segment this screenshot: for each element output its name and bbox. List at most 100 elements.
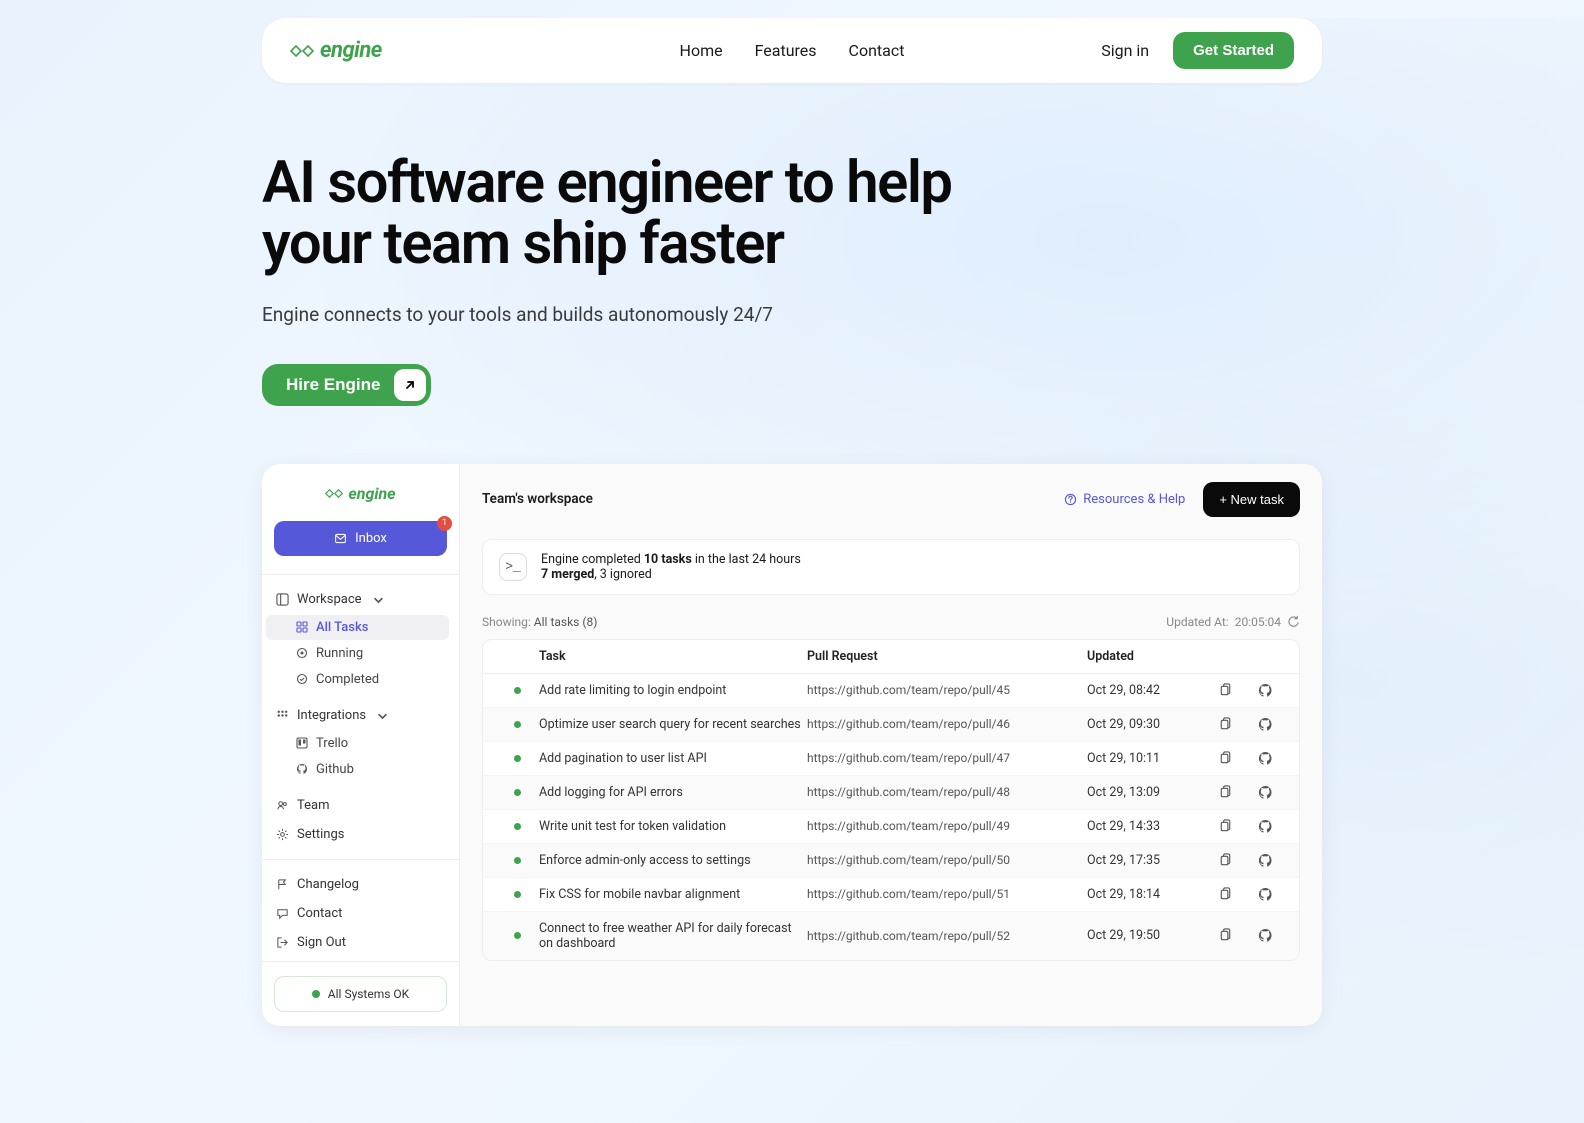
sidebar-item-label: Contact	[297, 906, 342, 921]
col-task: Task	[539, 649, 807, 664]
sidebar-item-label: Trello	[316, 736, 348, 751]
updated-time: Oct 29, 17:35	[1087, 853, 1207, 868]
pr-link[interactable]: https://github.com/team/repo/pull/49	[807, 819, 1087, 833]
sidebar-item-github[interactable]: Github	[266, 757, 449, 782]
signin-link[interactable]: Sign in	[1101, 41, 1149, 60]
sidebar-item-contact[interactable]: Contact	[262, 899, 459, 928]
table-row[interactable]: Add logging for API errorshttps://github…	[483, 776, 1299, 810]
table-header: Task Pull Request Updated	[483, 640, 1299, 674]
refresh-icon[interactable]	[1287, 615, 1300, 628]
sidebar-item-trello[interactable]: Trello	[266, 731, 449, 756]
table-row[interactable]: Enforce admin-only access to settingshtt…	[483, 844, 1299, 878]
grid-icon	[296, 621, 308, 633]
github-icon	[296, 763, 308, 775]
terminal-icon: >_	[499, 553, 527, 581]
sidebar-item-team[interactable]: Team	[262, 791, 459, 820]
sidebar-workspace-heading[interactable]: Workspace	[262, 585, 459, 614]
new-task-button[interactable]: + New task	[1203, 482, 1300, 517]
nav-link-contact[interactable]: Contact	[849, 41, 905, 60]
status-dot	[495, 932, 539, 939]
copy-icon[interactable]	[1207, 819, 1243, 834]
status-dot	[495, 755, 539, 762]
copy-icon[interactable]	[1207, 853, 1243, 868]
hire-engine-button[interactable]: Hire Engine	[262, 364, 431, 406]
table-row[interactable]: Add rate limiting to login endpointhttps…	[483, 674, 1299, 708]
workspace-label: Workspace	[297, 592, 362, 607]
task-name: Write unit test for token validation	[539, 819, 807, 834]
updated-time: Oct 29, 18:14	[1087, 887, 1207, 902]
table-row[interactable]: Connect to free weather API for daily fo…	[483, 912, 1299, 960]
engine-logo-icon	[325, 488, 343, 499]
status-dot	[495, 687, 539, 694]
copy-icon[interactable]	[1207, 683, 1243, 698]
status-dot	[495, 857, 539, 864]
task-name: Enforce admin-only access to settings	[539, 853, 807, 868]
chat-icon	[276, 907, 289, 920]
chevron-down-icon	[372, 593, 385, 606]
nav-link-home[interactable]: Home	[680, 41, 723, 60]
sidebar-brand-text: engine	[348, 484, 395, 503]
sidebar-item-completed[interactable]: Completed	[266, 667, 449, 692]
flag-icon	[276, 878, 289, 891]
sidebar-logo[interactable]: engine	[262, 464, 459, 517]
table-row[interactable]: Add pagination to user list APIhttps://g…	[483, 742, 1299, 776]
table-row[interactable]: Write unit test for token validationhttp…	[483, 810, 1299, 844]
copy-icon[interactable]	[1207, 887, 1243, 902]
github-link-icon[interactable]	[1243, 751, 1287, 766]
trello-icon	[296, 737, 308, 749]
github-link-icon[interactable]	[1243, 785, 1287, 800]
tasks-table: Task Pull Request Updated Add rate limit…	[482, 639, 1300, 961]
status-dot	[495, 823, 539, 830]
sidebar-item-running[interactable]: Running	[266, 641, 449, 666]
pr-link[interactable]: https://github.com/team/repo/pull/52	[807, 929, 1087, 943]
github-link-icon[interactable]	[1243, 819, 1287, 834]
status-dot	[495, 789, 539, 796]
copy-icon[interactable]	[1207, 751, 1243, 766]
pr-link[interactable]: https://github.com/team/repo/pull/47	[807, 751, 1087, 765]
github-link-icon[interactable]	[1243, 683, 1287, 698]
showing-value: All tasks (8)	[534, 615, 598, 629]
copy-icon[interactable]	[1207, 928, 1243, 943]
sidebar-item-all-tasks[interactable]: All Tasks	[266, 615, 449, 640]
table-row[interactable]: Fix CSS for mobile navbar alignmenthttps…	[483, 878, 1299, 912]
hero: AI software engineer to help your team s…	[262, 153, 1322, 406]
sidebar-item-signout[interactable]: Sign Out	[262, 928, 459, 957]
pr-link[interactable]: https://github.com/team/repo/pull/46	[807, 717, 1087, 731]
github-link-icon[interactable]	[1243, 887, 1287, 902]
status-indicator[interactable]: All Systems OK	[274, 976, 447, 1012]
get-started-button[interactable]: Get Started	[1173, 32, 1294, 69]
arrow-up-right-icon	[394, 369, 426, 401]
sidebar-integrations-heading[interactable]: Integrations	[262, 701, 459, 730]
pr-link[interactable]: https://github.com/team/repo/pull/48	[807, 785, 1087, 799]
github-link-icon[interactable]	[1243, 717, 1287, 732]
engine-logo-icon	[290, 44, 314, 58]
target-icon	[296, 647, 308, 659]
table-row[interactable]: Optimize user search query for recent se…	[483, 708, 1299, 742]
resources-link[interactable]: Resources & Help	[1064, 492, 1185, 507]
sidebar-item-settings[interactable]: Settings	[262, 820, 459, 849]
updated-time: Oct 29, 08:42	[1087, 683, 1207, 698]
check-circle-icon	[296, 673, 308, 685]
task-name: Fix CSS for mobile navbar alignment	[539, 887, 807, 902]
updated-time: Oct 29, 10:11	[1087, 751, 1207, 766]
github-link-icon[interactable]	[1243, 853, 1287, 868]
pr-link[interactable]: https://github.com/team/repo/pull/51	[807, 887, 1087, 901]
pr-link[interactable]: https://github.com/team/repo/pull/50	[807, 853, 1087, 867]
sidebar-item-label: Team	[297, 798, 330, 813]
showing-label: Showing:	[482, 615, 531, 629]
pr-link[interactable]: https://github.com/team/repo/pull/45	[807, 683, 1087, 697]
nav-link-features[interactable]: Features	[755, 41, 817, 60]
sidebar-item-label: All Tasks	[316, 620, 368, 635]
hero-subtitle: Engine connects to your tools and builds…	[262, 303, 1322, 326]
workspace-title: Team's workspace	[482, 491, 593, 507]
sidebar-item-changelog[interactable]: Changelog	[262, 870, 459, 899]
integrations-label: Integrations	[297, 708, 366, 723]
task-name: Optimize user search query for recent se…	[539, 717, 807, 732]
inbox-button[interactable]: Inbox 1	[274, 521, 447, 556]
hero-title: AI software engineer to help your team s…	[262, 153, 1322, 275]
copy-icon[interactable]	[1207, 717, 1243, 732]
brand-logo[interactable]: engine	[290, 38, 382, 63]
copy-icon[interactable]	[1207, 785, 1243, 800]
github-link-icon[interactable]	[1243, 928, 1287, 943]
top-nav: engine Home Features Contact Sign in Get…	[262, 18, 1322, 83]
